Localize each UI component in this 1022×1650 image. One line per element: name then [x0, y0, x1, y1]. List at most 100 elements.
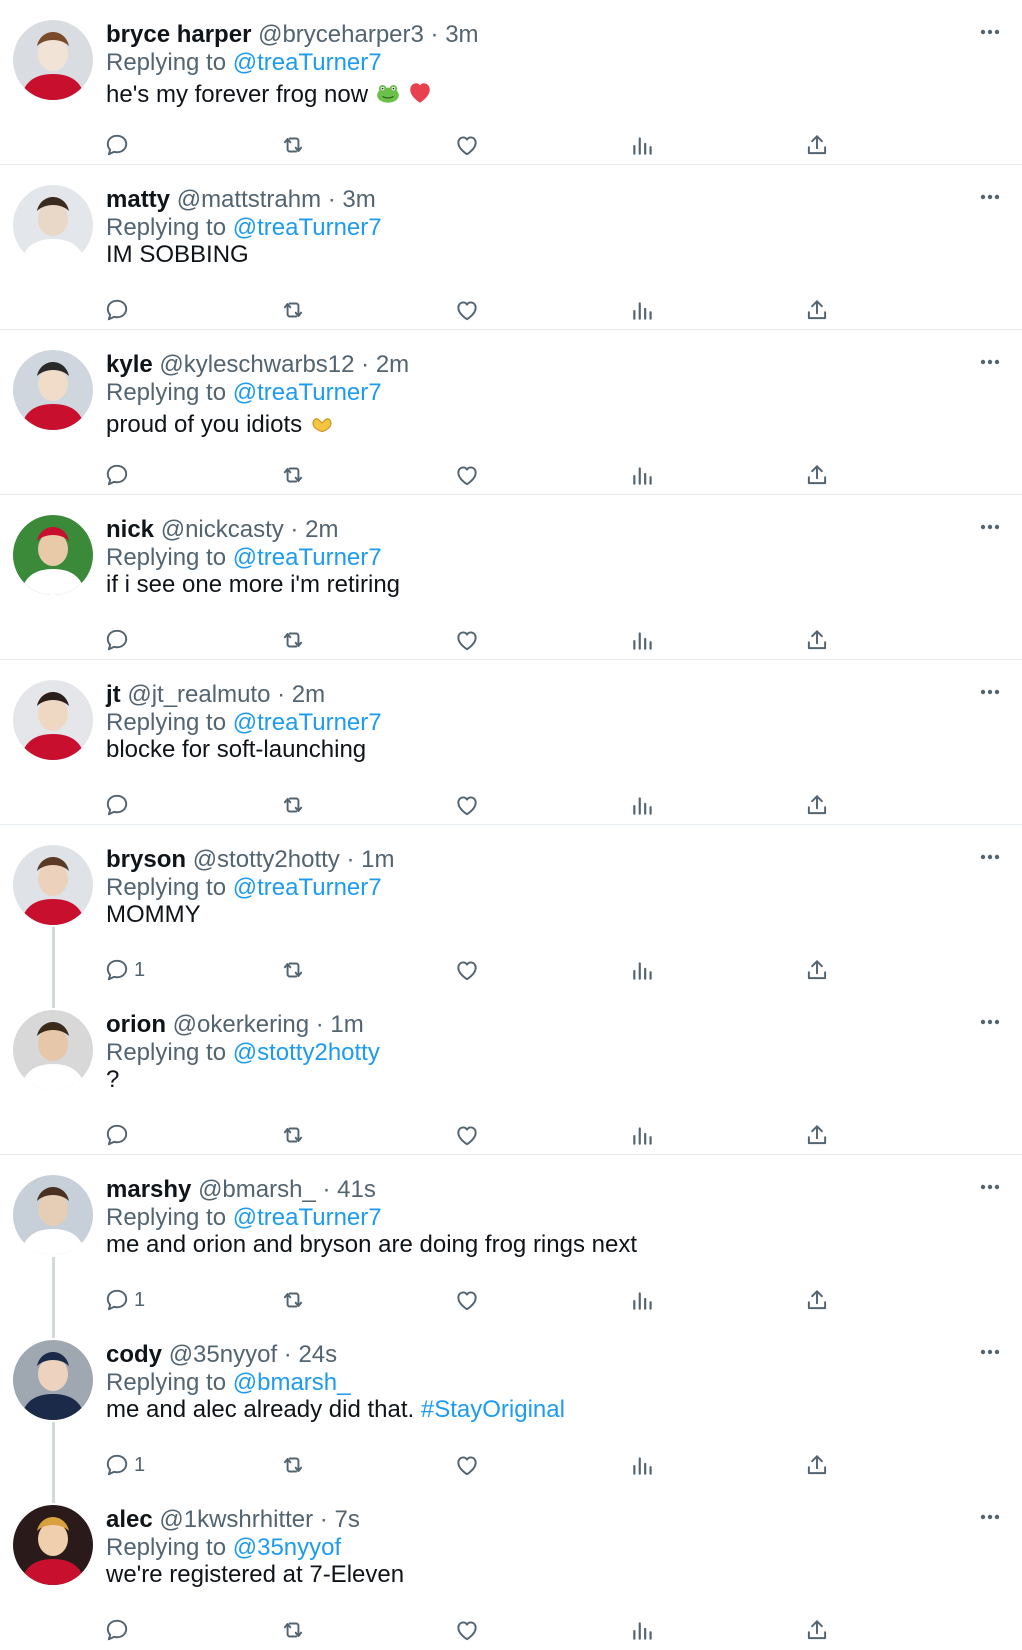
user-handle[interactable]: @mattstrahm	[177, 186, 321, 213]
share-button[interactable]	[804, 790, 830, 820]
views-analytics-button[interactable]	[630, 1285, 656, 1315]
replying-to-handle-link[interactable]: @treaTurner7	[233, 379, 382, 406]
retweet-button[interactable]	[280, 1285, 306, 1315]
like-heart-button[interactable]	[454, 1120, 480, 1150]
like-heart-button[interactable]	[454, 295, 480, 325]
like-heart-button[interactable]	[454, 1285, 480, 1315]
avatar[interactable]	[13, 350, 93, 430]
display-name[interactable]: marshy	[106, 1176, 191, 1203]
user-handle[interactable]: @jt_realmuto	[127, 681, 270, 708]
avatar[interactable]	[13, 845, 93, 925]
timestamp[interactable]: 3m	[342, 186, 375, 213]
more-options-icon[interactable]	[978, 1340, 1002, 1364]
reply-button[interactable]	[104, 790, 130, 820]
retweet-button[interactable]	[280, 790, 306, 820]
user-handle[interactable]: @kyleschwarbs12	[159, 351, 354, 378]
hashtag-link[interactable]: #StayOriginal	[421, 1396, 565, 1423]
like-heart-button[interactable]	[454, 625, 480, 655]
like-heart-button[interactable]	[454, 1615, 480, 1645]
share-button[interactable]	[804, 1285, 830, 1315]
retweet-button[interactable]	[280, 1450, 306, 1480]
timestamp[interactable]: 3m	[445, 21, 478, 48]
reply-tweet[interactable]: jt @jt_realmuto · 2m Replying to @treaTur…	[0, 660, 1022, 825]
reply-tweet[interactable]: cody @35nyyof · 24s Replying to @bmarsh_ m…	[0, 1320, 1022, 1503]
share-button[interactable]	[804, 1450, 830, 1480]
views-analytics-button[interactable]	[630, 460, 656, 490]
user-handle[interactable]: @bryceharper3	[258, 21, 424, 48]
retweet-button[interactable]	[280, 1120, 306, 1150]
avatar[interactable]	[13, 185, 93, 265]
share-button[interactable]	[804, 955, 830, 985]
replying-to-handle-link[interactable]: @treaTurner7	[233, 214, 382, 241]
user-handle[interactable]: @bmarsh_	[198, 1176, 316, 1203]
views-analytics-button[interactable]	[630, 1120, 656, 1150]
like-heart-button[interactable]	[454, 1450, 480, 1480]
timestamp[interactable]: 2m	[292, 681, 325, 708]
avatar[interactable]	[13, 1175, 93, 1255]
views-analytics-button[interactable]	[630, 790, 656, 820]
more-options-icon[interactable]	[978, 680, 1002, 704]
display-name[interactable]: cody	[106, 1341, 162, 1368]
timestamp[interactable]: 24s	[298, 1341, 337, 1368]
timestamp[interactable]: 2m	[305, 516, 338, 543]
reply-tweet[interactable]: bryson @stotty2hotty · 1m Replying to @tr…	[0, 825, 1022, 1008]
replying-to-handle-link[interactable]: @treaTurner7	[233, 709, 382, 736]
reply-button[interactable]	[104, 625, 130, 655]
reply-button[interactable]	[104, 460, 130, 490]
replying-to-handle-link[interactable]: @stotty2hotty	[233, 1039, 380, 1066]
reply-button[interactable]: 1	[104, 955, 145, 985]
retweet-button[interactable]	[280, 460, 306, 490]
retweet-button[interactable]	[280, 130, 306, 160]
more-options-icon[interactable]	[978, 1505, 1002, 1529]
avatar[interactable]	[13, 20, 93, 100]
user-handle[interactable]: @1kwshrhitter	[159, 1506, 313, 1533]
reply-tweet[interactable]: marshy @bmarsh_ · 41s Replying to @treaTu…	[0, 1155, 1022, 1338]
reply-button[interactable]	[104, 295, 130, 325]
replying-to-handle-link[interactable]: @bmarsh_	[233, 1369, 351, 1396]
more-options-icon[interactable]	[978, 1175, 1002, 1199]
more-options-icon[interactable]	[978, 350, 1002, 374]
user-handle[interactable]: @nickcasty	[161, 516, 284, 543]
more-options-icon[interactable]	[978, 20, 1002, 44]
display-name[interactable]: orion	[106, 1011, 166, 1038]
avatar[interactable]	[13, 680, 93, 760]
views-analytics-button[interactable]	[630, 130, 656, 160]
views-analytics-button[interactable]	[630, 625, 656, 655]
replying-to-handle-link[interactable]: @treaTurner7	[233, 1204, 382, 1231]
reply-button[interactable]	[104, 1615, 130, 1645]
display-name[interactable]: bryce harper	[106, 21, 251, 48]
retweet-button[interactable]	[280, 625, 306, 655]
reply-tweet[interactable]: bryce harper @bryceharper3 · 3m Replying …	[0, 0, 1022, 165]
like-heart-button[interactable]	[454, 790, 480, 820]
share-button[interactable]	[804, 130, 830, 160]
display-name[interactable]: bryson	[106, 846, 186, 873]
display-name[interactable]: matty	[106, 186, 170, 213]
display-name[interactable]: alec	[106, 1506, 153, 1533]
timestamp[interactable]: 1m	[330, 1011, 363, 1038]
avatar[interactable]	[13, 515, 93, 595]
share-button[interactable]	[804, 1615, 830, 1645]
retweet-button[interactable]	[280, 1615, 306, 1645]
more-options-icon[interactable]	[978, 845, 1002, 869]
avatar[interactable]	[13, 1505, 93, 1585]
reply-tweet[interactable]: kyle @kyleschwarbs12 · 2m Replying to @tr…	[0, 330, 1022, 495]
views-analytics-button[interactable]	[630, 1615, 656, 1645]
display-name[interactable]: kyle	[106, 351, 153, 378]
more-options-icon[interactable]	[978, 185, 1002, 209]
timestamp[interactable]: 2m	[376, 351, 409, 378]
retweet-button[interactable]	[280, 955, 306, 985]
share-button[interactable]	[804, 295, 830, 325]
timestamp[interactable]: 41s	[337, 1176, 376, 1203]
reply-tweet[interactable]: orion @okerkering · 1m Replying to @stott…	[0, 990, 1022, 1155]
more-options-icon[interactable]	[978, 515, 1002, 539]
reply-tweet[interactable]: matty @mattstrahm · 3m Replying to @treaT…	[0, 165, 1022, 330]
user-handle[interactable]: @stotty2hotty	[193, 846, 340, 873]
share-button[interactable]	[804, 1120, 830, 1150]
views-analytics-button[interactable]	[630, 1450, 656, 1480]
timestamp[interactable]: 7s	[334, 1506, 359, 1533]
more-options-icon[interactable]	[978, 1010, 1002, 1034]
replying-to-handle-link[interactable]: @35nyyof	[233, 1534, 341, 1561]
replying-to-handle-link[interactable]: @treaTurner7	[233, 49, 382, 76]
retweet-button[interactable]	[280, 295, 306, 325]
user-handle[interactable]: @okerkering	[173, 1011, 309, 1038]
